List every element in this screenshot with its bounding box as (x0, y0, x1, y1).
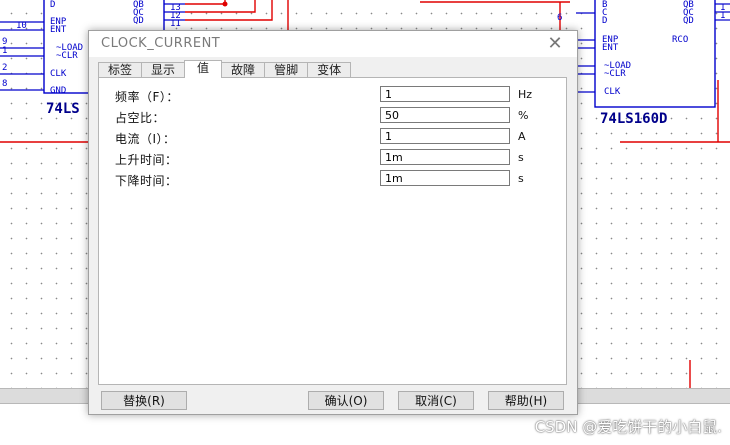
current-unit: A (518, 130, 526, 143)
help-button[interactable]: 帮助(H) (488, 391, 564, 410)
value-panel: 频率（F）： Hz 占空比： % 电流（I）： A 上升时间： s 下降时间： … (98, 77, 567, 385)
frequency-row: 频率（F）： Hz (99, 86, 566, 106)
right-chip-name: 74LS160D (600, 111, 667, 127)
right-chip-pin-d: D (602, 16, 607, 26)
wire-qb (185, 0, 226, 5)
current-row: 电流（I）： A (99, 128, 566, 148)
tab-variant[interactable]: 变体 (307, 62, 352, 78)
duty-cycle-unit: % (518, 109, 529, 122)
fall-time-label: 下降时间： (115, 174, 178, 188)
rise-time-label: 上升时间： (115, 153, 178, 167)
replace-button[interactable]: 替换(R) (101, 391, 187, 410)
left-chip-pin-d: D (50, 0, 55, 10)
right-chip-out-rco: RCO (672, 35, 688, 45)
tab-bar: 标签 显示 值 故障 管脚 变体 (98, 60, 352, 78)
pin-number-10: 10 (16, 21, 27, 31)
dialog-titlebar[interactable]: CLOCK_CURRENT ✕ (89, 31, 577, 57)
tab-display[interactable]: 显示 (141, 62, 186, 78)
right-pin-number-6: 6 (557, 13, 562, 23)
rise-time-unit: s (518, 151, 524, 164)
left-chip-name: 74LS (46, 101, 80, 117)
wire-qd (185, 0, 273, 21)
left-chip-out-qd: QD (133, 16, 144, 26)
cancel-button[interactable]: 取消(C) (398, 391, 474, 410)
rise-time-row: 上升时间： s (99, 149, 566, 169)
right-chip-pin-clk: CLK (604, 87, 621, 97)
fall-time-row: 下降时间： s (99, 170, 566, 190)
tab-pins[interactable]: 管脚 (264, 62, 309, 78)
dialog-title: CLOCK_CURRENT (101, 36, 221, 51)
duty-cycle-input[interactable] (380, 107, 510, 123)
fall-time-unit: s (518, 172, 524, 185)
pin-number-2: 2 (2, 63, 7, 73)
left-chip-pin-clk: CLK (50, 69, 67, 79)
tab-fault[interactable]: 故障 (221, 62, 266, 78)
duty-cycle-row: 占空比： % (99, 107, 566, 127)
watermark: CSDN @爱吃饼干的小白鼠. (534, 418, 722, 436)
frequency-input[interactable] (380, 86, 510, 102)
frequency-label: 频率（F）： (115, 90, 179, 104)
frequency-unit: Hz (518, 88, 533, 101)
wire-qc (185, 0, 256, 13)
tab-value[interactable]: 值 (184, 60, 223, 78)
rise-time-input[interactable] (380, 149, 510, 165)
right-wire-number-b: 1 (720, 11, 725, 21)
left-chip-pin-gnd: GND (50, 86, 66, 96)
left-chip-pin-clr: ~CLR (56, 51, 78, 61)
wire-number-11: 11 (170, 19, 181, 29)
clock-current-dialog: CLOCK_CURRENT ✕ 标签 显示 值 故障 管脚 变体 频率（F）： … (88, 30, 578, 415)
current-input[interactable] (380, 128, 510, 144)
pin-number-1: 1 (2, 46, 7, 56)
fall-time-input[interactable] (380, 170, 510, 186)
current-label: 电流（I）： (115, 132, 176, 146)
pin-number-8: 8 (2, 79, 7, 89)
tab-label[interactable]: 标签 (98, 62, 143, 78)
right-chip-pin-clr: ~CLR (604, 69, 626, 79)
duty-cycle-label: 占空比： (115, 111, 166, 125)
ok-button[interactable]: 确认(O) (308, 391, 384, 410)
close-icon[interactable]: ✕ (545, 34, 565, 54)
right-chip-pin-ent: ENT (602, 43, 619, 53)
left-chip-pin-ent: ENT (50, 25, 67, 35)
right-chip-out-qd: QD (683, 16, 694, 26)
